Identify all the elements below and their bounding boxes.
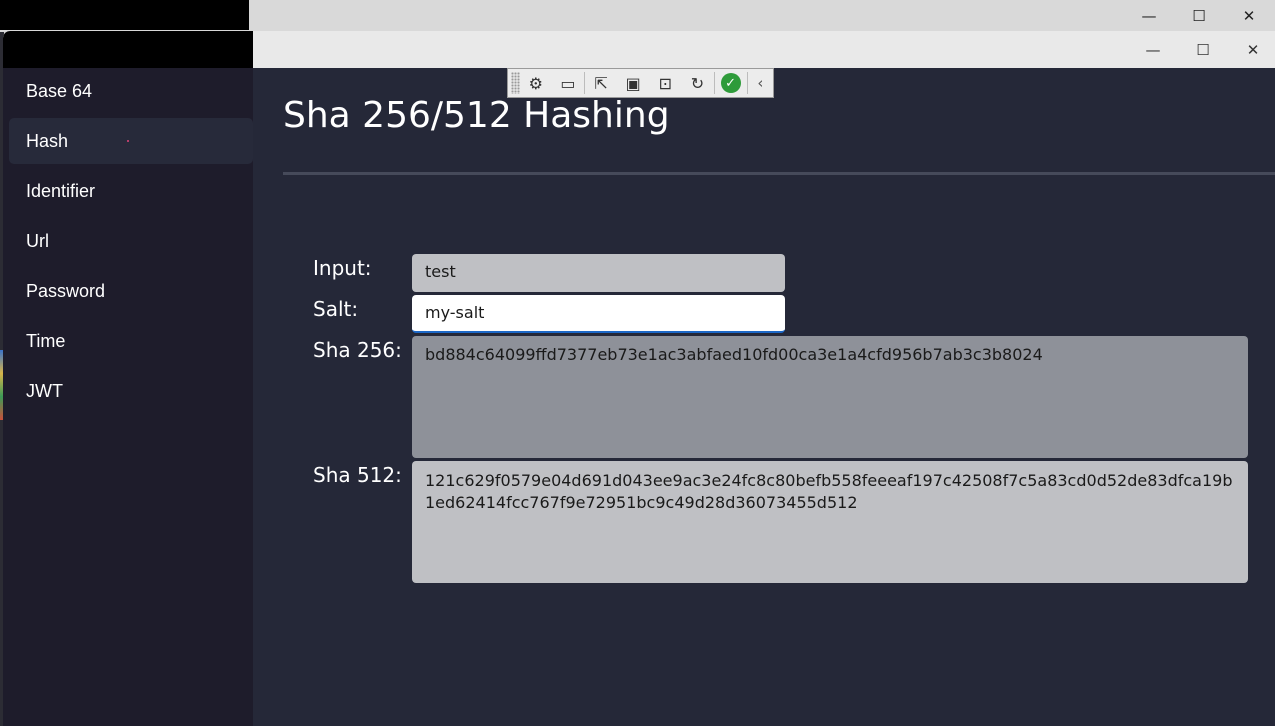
window-titlebar: — ☐ ✕ — [3, 31, 1275, 68]
toolbar-grip[interactable] — [511, 72, 520, 94]
sha512-label: Sha 512: — [313, 463, 402, 487]
outer-maximize-button[interactable]: ☐ — [1176, 1, 1222, 31]
salt-field[interactable]: my-salt — [412, 295, 785, 333]
sidebar-item-time[interactable]: Time — [9, 318, 253, 364]
sidebar-item-label: Hash — [26, 130, 69, 151]
sidebar-item-label: Time — [26, 330, 66, 351]
selection-indicator — [127, 140, 129, 142]
sidebar-item-jwt[interactable]: JWT — [9, 368, 253, 414]
sha512-output[interactable]: 121c629f0579e04d691d043ee9ac3e24fc8c80be… — [412, 461, 1248, 583]
sha256-output[interactable]: bd884c64099ffd7377eb73e1ac3abfaed10fd00c… — [412, 336, 1248, 458]
sidebar-item-base64[interactable]: Base 64 — [9, 68, 253, 114]
hot-reload-icon[interactable]: ↻ — [681, 70, 713, 96]
input-label: Input: — [313, 256, 372, 280]
sidebar-item-hash[interactable]: Hash — [9, 118, 253, 164]
close-button[interactable]: ✕ — [1230, 31, 1275, 68]
live-visual-tree-icon[interactable]: ⚙ — [520, 70, 552, 96]
sidebar-item-label: Base 64 — [26, 80, 93, 101]
outer-window-titlebar: — ☐ ✕ — [0, 0, 1275, 32]
select-element-icon[interactable]: ⇱ — [585, 70, 617, 96]
track-focus-icon[interactable]: ⊡ — [649, 70, 681, 96]
debug-toolbar: ⚙ ▭ ⇱ ▣ ⊡ ↻ ✓ ‹ — [507, 68, 774, 98]
minimize-button[interactable]: — — [1130, 31, 1176, 68]
app-window: — ☐ ✕ Base 64 Hash Identifier Url Passwo… — [3, 31, 1275, 726]
window-title-area — [3, 31, 253, 68]
sidebar-item-url[interactable]: Url — [9, 218, 253, 264]
main-content: Sha 256/512 Hashing Input: test Salt: my… — [253, 68, 1275, 726]
title-divider — [283, 172, 1275, 175]
sha256-label: Sha 256: — [313, 338, 402, 362]
sidebar-item-label: Url — [26, 230, 49, 251]
maximize-button[interactable]: ☐ — [1180, 31, 1226, 68]
sidebar-item-label: JWT — [26, 380, 63, 401]
check-icon: ✓ — [720, 73, 741, 93]
salt-label: Salt: — [313, 297, 359, 321]
sidebar-nav: Base 64 Hash Identifier Url Password Tim… — [3, 68, 253, 726]
collapse-chevron-icon[interactable]: ‹ — [748, 74, 773, 92]
outer-window-title-area — [0, 0, 249, 30]
outer-close-button[interactable]: ✕ — [1226, 1, 1272, 31]
input-field[interactable]: test — [412, 254, 785, 292]
sidebar-item-identifier[interactable]: Identifier — [9, 168, 253, 214]
record-icon[interactable]: ▭ — [552, 70, 584, 96]
sidebar-item-password[interactable]: Password — [9, 268, 253, 314]
binding-failures-ok-icon[interactable]: ✓ — [715, 70, 747, 96]
sidebar-item-label: Identifier — [26, 180, 96, 201]
outer-minimize-button[interactable]: — — [1126, 1, 1172, 31]
page-title: Sha 256/512 Hashing — [283, 95, 670, 136]
sidebar-item-label: Password — [26, 280, 106, 301]
display-layout-adorners-icon[interactable]: ▣ — [617, 70, 649, 96]
